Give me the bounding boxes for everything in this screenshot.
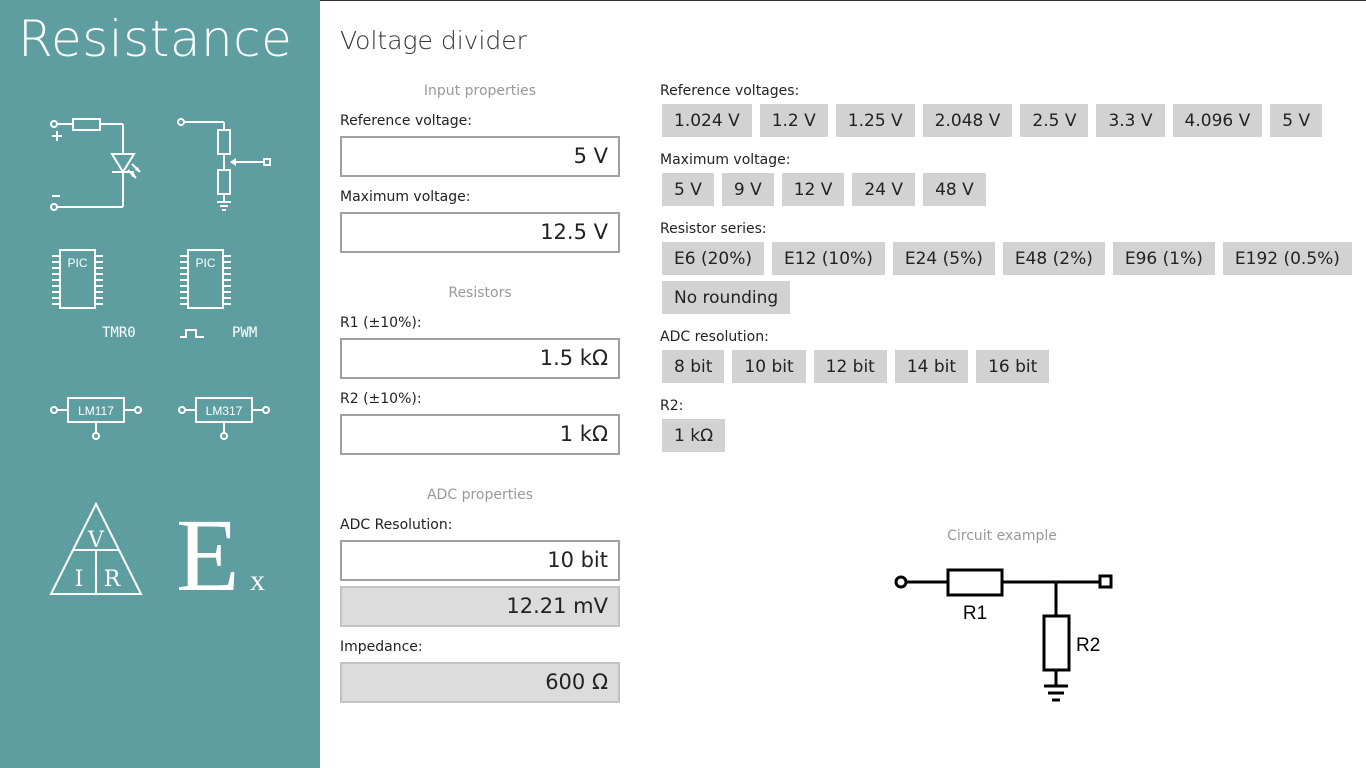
- sidebar: Resistance PIC TMR0 PIC PWM LM117 LM317 …: [0, 0, 320, 768]
- preset-adc-8[interactable]: 8 bit: [662, 350, 725, 383]
- preset-maximum-9[interactable]: 9 V: [721, 173, 774, 206]
- tmr0-label: TMR0: [102, 325, 136, 341]
- preset-adc-12[interactable]: 12 bit: [813, 350, 887, 383]
- pwm-label: PWM: [232, 325, 257, 341]
- ohms-law-icon[interactable]: V I R: [48, 502, 144, 598]
- maximum-voltage-presets-label: Maximum voltage:: [660, 152, 791, 168]
- preset-series-e48[interactable]: E48 (2%): [1002, 242, 1105, 275]
- reference-voltage-presets: 1.024 V 1.2 V 1.25 V 2.048 V 2.5 V 3.3 V…: [662, 104, 1323, 137]
- preset-adc-14[interactable]: 14 bit: [894, 350, 969, 383]
- preset-reference-33[interactable]: 3.3 V: [1096, 104, 1165, 137]
- pic-timer-icon[interactable]: PIC TMR0: [50, 248, 150, 348]
- preset-reference-12[interactable]: 1.2 V: [759, 104, 828, 137]
- impedance-output: 600 Ω: [340, 662, 620, 703]
- app-title: Resistance: [18, 10, 293, 68]
- preset-series-e192[interactable]: E192 (0.5%): [1222, 242, 1352, 275]
- preset-maximum-24[interactable]: 24 V: [852, 173, 916, 206]
- preset-series-e6[interactable]: E6 (20%): [662, 242, 765, 275]
- preset-reference-1024[interactable]: 1.024 V: [662, 104, 752, 137]
- preset-series-e96[interactable]: E96 (1%): [1112, 242, 1215, 275]
- preset-maximum-5[interactable]: 5 V: [662, 173, 714, 206]
- r2-presets: 1 kΩ: [662, 419, 726, 452]
- potentiometer-icon[interactable]: [174, 114, 274, 214]
- impedance-label: Impedance:: [340, 639, 423, 655]
- preset-series-e24[interactable]: E24 (5%): [892, 242, 995, 275]
- r2-label: R2 (±10%):: [340, 391, 422, 407]
- page-title: Voltage divider: [340, 26, 527, 55]
- no-rounding-row: No rounding: [662, 281, 791, 314]
- pic-chip-text: PIC: [67, 256, 87, 270]
- maximum-voltage-input[interactable]: 12.5 V: [340, 212, 620, 253]
- preset-adc-16[interactable]: 16 bit: [976, 350, 1050, 383]
- ohm-r: R: [104, 567, 122, 592]
- e-series-icon[interactable]: E x: [176, 496, 276, 596]
- reference-voltages-label: Reference voltages:: [660, 83, 800, 99]
- lm117-label: LM117: [78, 404, 114, 418]
- resistor-series-label: Resistor series:: [660, 221, 767, 237]
- led-resistor-icon[interactable]: [46, 112, 146, 214]
- resistor-series-presets: E6 (20%) E12 (10%) E24 (5%) E48 (2%) E96…: [662, 242, 1352, 275]
- r2-presets-label: R2:: [660, 398, 684, 414]
- r1-label: R1 (±10%):: [340, 315, 422, 331]
- adc-resolution-presets-label: ADC resolution:: [660, 329, 769, 345]
- preset-series-e12[interactable]: E12 (10%): [772, 242, 885, 275]
- preset-adc-10[interactable]: 10 bit: [732, 350, 806, 383]
- x-subscript: x: [250, 564, 265, 596]
- preset-reference-125[interactable]: 1.25 V: [835, 104, 915, 137]
- lm317-label: LM317: [206, 404, 243, 418]
- no-rounding-button[interactable]: No rounding: [662, 281, 791, 314]
- lm317-icon[interactable]: LM317: [176, 394, 276, 444]
- maximum-voltage-label: Maximum voltage:: [340, 189, 471, 205]
- reference-voltage-label: Reference voltage:: [340, 113, 472, 129]
- r1-input[interactable]: 1.5 kΩ: [340, 338, 620, 379]
- adc-resolution-label: ADC Resolution:: [340, 517, 453, 533]
- preset-reference-2048[interactable]: 2.048 V: [922, 104, 1013, 137]
- pic-pwm-icon[interactable]: PIC PWM: [178, 248, 278, 348]
- r1-schematic-label: R1: [963, 603, 987, 624]
- adc-resolution-presets: 8 bit 10 bit 12 bit 14 bit 16 bit: [662, 350, 1050, 383]
- r2-schematic-label: R2: [1076, 635, 1100, 656]
- r2-input[interactable]: 1 kΩ: [340, 414, 620, 455]
- reference-voltage-input[interactable]: 5 V: [340, 136, 620, 177]
- ohm-i: I: [75, 567, 84, 592]
- adc-resolution-input[interactable]: 10 bit: [340, 540, 620, 581]
- adc-properties-heading: ADC properties: [426, 487, 534, 503]
- preset-maximum-48[interactable]: 48 V: [923, 173, 986, 206]
- preset-reference-4096[interactable]: 4.096 V: [1172, 104, 1263, 137]
- preset-reference-5[interactable]: 5 V: [1270, 104, 1323, 137]
- preset-reference-25[interactable]: 2.5 V: [1020, 104, 1089, 137]
- resistors-heading: Resistors: [448, 285, 512, 301]
- lm117-icon[interactable]: LM117: [48, 394, 148, 444]
- circuit-example-heading: Circuit example: [947, 528, 1057, 544]
- adc-step-output: 12.21 mV: [340, 586, 620, 627]
- maximum-voltage-presets: 5 V 9 V 12 V 24 V 48 V: [662, 173, 986, 206]
- pic-chip-text: PIC: [195, 256, 215, 270]
- ohm-v: V: [87, 528, 105, 553]
- e-letter: E: [176, 498, 240, 596]
- preset-maximum-12[interactable]: 12 V: [781, 173, 845, 206]
- preset-r2-1k[interactable]: 1 kΩ: [662, 419, 726, 452]
- voltage-divider-schematic: R1 R2: [880, 555, 1130, 719]
- input-properties-heading: Input properties: [423, 83, 537, 99]
